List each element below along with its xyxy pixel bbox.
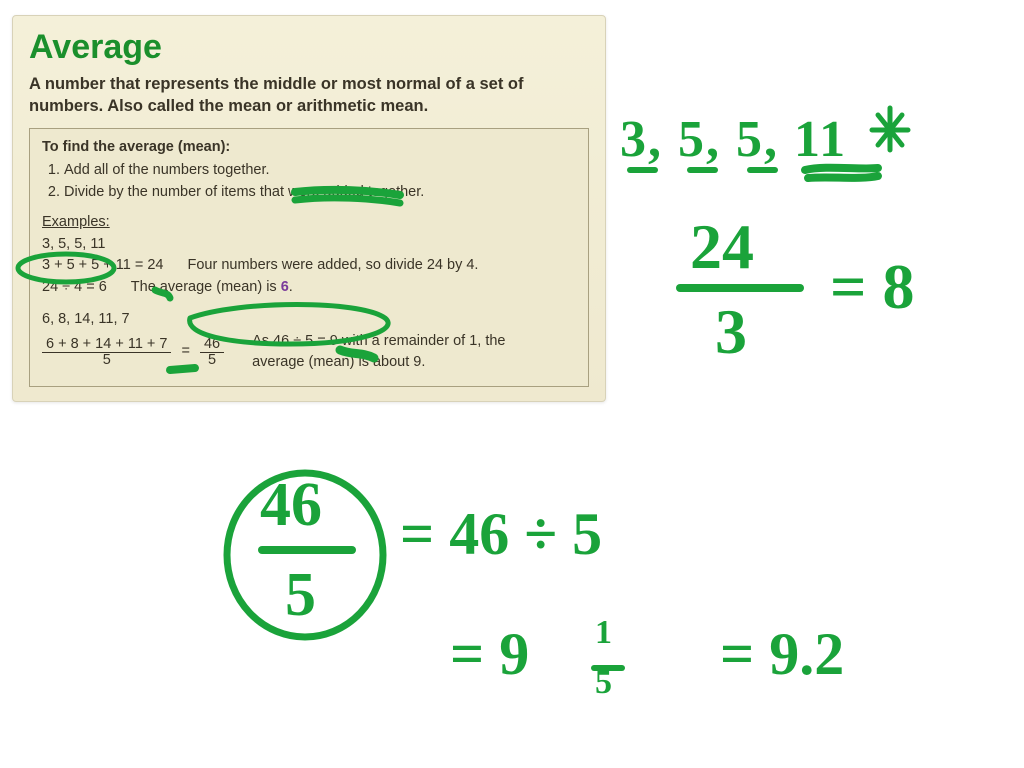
card-title: Average <box>29 28 589 67</box>
hw-rhs3: = 9.2 <box>720 620 844 689</box>
ex1-result-post: . <box>289 279 293 295</box>
step-1: Add all of the numbers together. <box>64 160 576 182</box>
ex2-frac-top: 6 + 8 + 14 + 11 + 7 <box>42 337 171 353</box>
ex2-frac2-top: 46 <box>200 337 224 353</box>
steps-intro: To find the average (mean): <box>42 137 576 159</box>
ex2-set: 6, 8, 14, 11, 7 <box>42 309 576 331</box>
hw-rhs2a: = 9 <box>450 620 529 689</box>
hw-onefifth-top: 1 <box>595 614 612 652</box>
step-2: Divide by the number of items that were … <box>64 182 576 204</box>
card-inner: To find the average (mean): Add all of t… <box>29 128 589 388</box>
hw-rhs1: = 46 ÷ 5 <box>400 500 602 569</box>
ex2-note: As 46 ÷ 5 = 9 with a remainder of 1, the… <box>252 331 512 375</box>
hw-list: 3, 5, 5, 11 <box>620 110 847 169</box>
ex1-sum: 3 + 5 + 5 + 11 = 24 <box>42 255 163 277</box>
hw-eq8: = 8 <box>830 250 914 324</box>
examples-label: Examples: <box>42 214 110 230</box>
ex1-div: 24 ÷ 4 = 6 <box>42 277 107 299</box>
hw-24: 24 <box>690 210 754 284</box>
hw-onefifth-bot: 5 <box>595 664 612 702</box>
ex2-eq: = <box>181 341 189 363</box>
card-definition: A number that represents the middle or m… <box>29 73 589 118</box>
hw-5: 5 <box>285 560 316 631</box>
ex1-note: Four numbers were added, so divide 24 by… <box>187 255 478 277</box>
ex2-equation: 6 + 8 + 14 + 11 + 75 = 465 As 46 ÷ 5 = 9… <box>42 331 576 375</box>
hw-46: 46 <box>260 470 322 541</box>
ex1-result-pre: The average (mean) is <box>131 279 281 295</box>
definition-card: Average A number that represents the mid… <box>12 15 606 402</box>
ex2-frac-bot: 5 <box>99 353 115 368</box>
ex1-set: 3, 5, 5, 11 <box>42 234 576 256</box>
ex1-result-val: 6 <box>281 279 289 295</box>
ex1-result: The average (mean) is 6. <box>131 277 293 299</box>
ex2-frac2-bot: 5 <box>204 353 220 368</box>
hw-3: 3 <box>715 295 747 369</box>
